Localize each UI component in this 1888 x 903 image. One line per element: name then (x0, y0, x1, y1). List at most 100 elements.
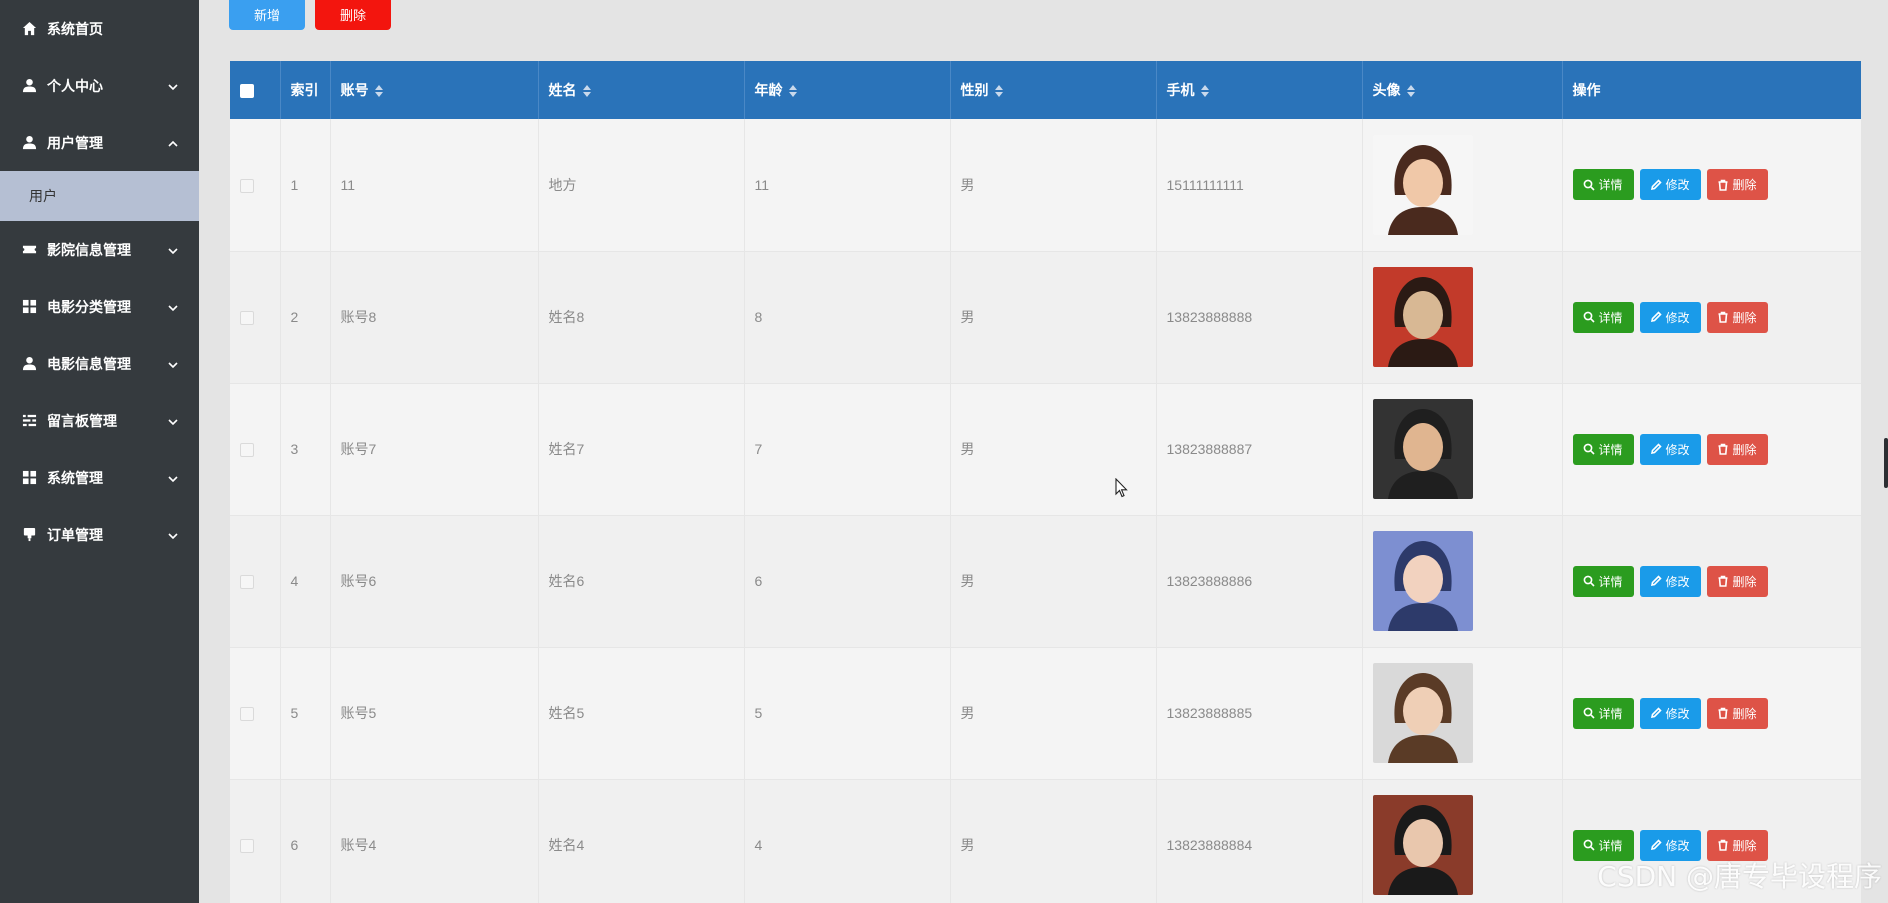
sidebar-item-cinema-info[interactable]: 影院信息管理 (0, 221, 199, 278)
ticket-icon (21, 242, 37, 258)
pencil-icon (1651, 575, 1663, 587)
chevron-down-icon (167, 301, 179, 313)
delete-button[interactable]: 删除 (1706, 301, 1768, 333)
trash-icon (1718, 575, 1728, 587)
gender-cell: 男 (950, 515, 1157, 647)
phone-cell: 13823888887 (1156, 383, 1363, 515)
bulk-delete-button[interactable]: 删除 (315, 0, 391, 30)
add-button[interactable]: 新增 (229, 0, 305, 30)
sidebar-item-message-board[interactable]: 留言板管理 (0, 392, 199, 449)
chevron-down-icon (167, 358, 179, 370)
row-checkbox[interactable] (240, 178, 254, 193)
header-gender[interactable]: 性别 (950, 61, 1157, 119)
avatar-cell (1362, 779, 1563, 903)
gender-cell: 男 (950, 119, 1157, 251)
sidebar-item-movie-info[interactable]: 电影信息管理 (0, 335, 199, 392)
row-checkbox[interactable] (240, 311, 254, 326)
avatar-cell (1362, 119, 1563, 251)
actions-cell: 详情 修改 删除 (1562, 251, 1861, 383)
avatar-photo (1372, 134, 1473, 235)
index-cell: 6 (280, 779, 331, 903)
delete-label: 删除 (1732, 310, 1757, 325)
account-cell: 账号6 (330, 515, 539, 647)
name-cell: 姓名4 (538, 779, 745, 903)
delete-button[interactable]: 删除 (1706, 433, 1768, 465)
phone-cell: 13823888884 (1156, 779, 1363, 903)
scrollbar-thumb[interactable] (1884, 438, 1888, 488)
delete-label: 删除 (1732, 706, 1757, 721)
delete-button[interactable]: 删除 (1706, 169, 1768, 201)
sidebar-item-system-management[interactable]: 系统管理 (0, 449, 199, 506)
sort-icon[interactable] (788, 85, 797, 98)
edit-label: 修改 (1665, 442, 1690, 457)
row-checkbox[interactable] (240, 443, 254, 458)
detail-button[interactable]: 详情 (1572, 301, 1634, 333)
detail-button[interactable]: 详情 (1572, 433, 1634, 465)
avatar (1372, 399, 1473, 499)
actions-cell: 详情 修改 删除 (1562, 119, 1861, 251)
search-icon (1584, 839, 1596, 851)
avatar-cell (1362, 647, 1563, 779)
person-icon (21, 356, 37, 372)
account-cell: 账号8 (330, 251, 539, 383)
trash-icon (1718, 443, 1728, 455)
phone-cell: 15111111111 (1156, 119, 1363, 251)
gender-cell: 男 (950, 251, 1157, 383)
person-icon (21, 135, 37, 151)
avatar (1372, 134, 1473, 235)
sidebar-subitem-users[interactable]: 用户 (0, 171, 199, 221)
avatar (1372, 663, 1473, 763)
header-name[interactable]: 姓名 (538, 61, 745, 119)
sidebar-item-personal-center[interactable]: 个人中心 (0, 57, 199, 114)
gender-cell: 男 (950, 779, 1157, 903)
row-checkbox[interactable] (240, 839, 254, 854)
header-age[interactable]: 年龄 (744, 61, 951, 119)
detail-button[interactable]: 详情 (1572, 169, 1634, 201)
age-cell: 6 (744, 515, 951, 647)
edit-label: 修改 (1665, 706, 1690, 721)
delete-button[interactable]: 删除 (1706, 565, 1768, 597)
detail-label: 详情 (1598, 706, 1623, 721)
row-checkbox[interactable] (240, 707, 254, 722)
edit-button[interactable]: 修改 (1639, 169, 1701, 201)
edit-button[interactable]: 修改 (1639, 697, 1701, 729)
row-select-cell (230, 779, 281, 903)
sort-icon[interactable] (582, 85, 591, 98)
row-select-cell (230, 515, 281, 647)
detail-button[interactable]: 详情 (1572, 697, 1634, 729)
header-select-all (230, 61, 281, 119)
avatar-photo (1372, 267, 1473, 367)
delete-button[interactable]: 删除 (1706, 697, 1768, 729)
sort-icon[interactable] (1200, 85, 1209, 98)
person-icon (21, 78, 37, 94)
avatar-photo (1372, 531, 1473, 631)
list-icon (21, 413, 37, 429)
sidebar-item-label: 系统首页 (47, 20, 103, 37)
row-checkbox[interactable] (240, 575, 254, 590)
edit-button[interactable]: 修改 (1639, 565, 1701, 597)
sidebar-item-order-management[interactable]: 订单管理 (0, 506, 199, 563)
search-icon (1584, 311, 1596, 323)
sidebar-item-movie-category[interactable]: 电影分类管理 (0, 278, 199, 335)
edit-button[interactable]: 修改 (1639, 301, 1701, 333)
select-all-checkbox[interactable] (240, 84, 254, 99)
edit-button[interactable]: 修改 (1639, 433, 1701, 465)
row-select-cell (230, 119, 281, 251)
table-row: 3 账号7 姓名7 7 男 13823888887 详情 修改 删除 (230, 383, 1861, 515)
chevron-down-icon (167, 244, 179, 256)
header-avatar[interactable]: 头像 (1362, 61, 1563, 119)
sidebar-item-label: 订单管理 (47, 526, 103, 543)
detail-button[interactable]: 详情 (1572, 565, 1634, 597)
sidebar-item-home[interactable]: 系统首页 (0, 0, 199, 57)
sidebar-item-user-management[interactable]: 用户管理 (0, 114, 199, 171)
sort-icon[interactable] (374, 85, 383, 98)
header-account[interactable]: 账号 (330, 61, 539, 119)
pin-icon (21, 527, 37, 543)
header-phone[interactable]: 手机 (1156, 61, 1363, 119)
sort-icon[interactable] (1406, 85, 1415, 98)
delete-label: 删除 (1732, 178, 1757, 193)
avatar-cell (1362, 251, 1563, 383)
account-cell: 账号5 (330, 647, 539, 779)
sort-icon[interactable] (994, 85, 1003, 98)
delete-label: 删除 (1732, 442, 1757, 457)
